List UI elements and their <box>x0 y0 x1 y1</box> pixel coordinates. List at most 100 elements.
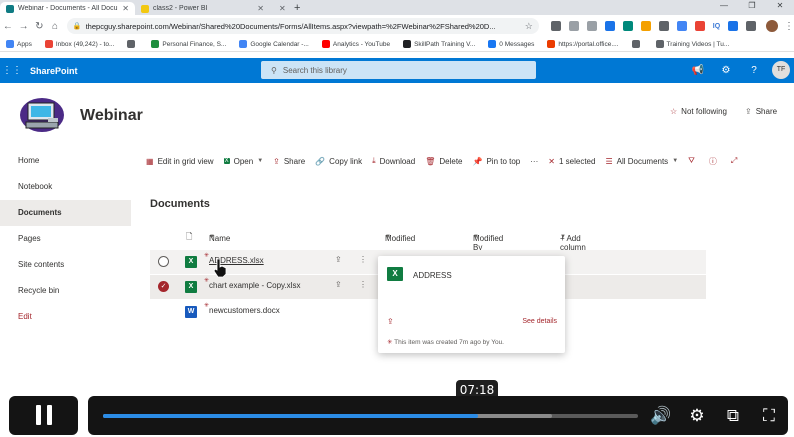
bookmark-star-icon[interactable]: ☆ <box>525 21 533 32</box>
seek-bar[interactable] <box>103 414 638 418</box>
share-icon[interactable]: ⇪ <box>335 255 342 264</box>
command-bar: ▦ Edit in grid view X Open ▼ ⇪ Share 🔗 C… <box>146 150 794 172</box>
help-icon[interactable]: ? <box>740 65 768 76</box>
new-tab-icon[interactable]: + <box>294 2 300 15</box>
more-commands-button[interactable]: ··· <box>530 157 538 166</box>
clear-selection-button[interactable]: ✕ 1 selected <box>548 157 595 166</box>
puzzle-extensions-icon[interactable] <box>746 21 757 31</box>
info-button[interactable]: ⓘ <box>709 156 721 167</box>
bookmark-item[interactable] <box>631 40 643 48</box>
nav-item-recycle-bin[interactable]: Recycle bin <box>0 278 131 304</box>
command-label: Copy link <box>329 156 363 166</box>
extension-icon[interactable] <box>586 21 597 31</box>
gear-icon[interactable]: ⚙ <box>686 405 708 427</box>
bookmark-item[interactable]: Training Videos | Tu... <box>655 40 729 48</box>
bookmark-favicon-icon <box>631 40 640 48</box>
bookmark-item[interactable]: 0 Messages <box>488 40 534 48</box>
close-tab-icon[interactable]: ✕ <box>257 4 264 13</box>
bookmark-favicon-icon <box>44 40 53 48</box>
pause-icon[interactable] <box>36 405 52 425</box>
edit-grid-view-button[interactable]: ▦ Edit in grid view <box>146 157 214 166</box>
bookmark-item[interactable]: SkillPath Training V... <box>403 40 475 48</box>
bookmark-item[interactable]: Analytics - YouTube <box>321 40 390 48</box>
forward-icon[interactable]: → <box>16 21 32 32</box>
megaphone-icon[interactable]: 📢 <box>684 65 712 76</box>
share-button[interactable]: ⇪ Share <box>273 157 305 166</box>
extension-icon[interactable] <box>604 21 615 31</box>
app-launcher-icon[interactable]: ⋮⋮ <box>0 65 24 76</box>
browser-profile-avatar[interactable] <box>766 20 778 32</box>
extension-icon[interactable] <box>658 21 669 31</box>
user-avatar[interactable]: TF <box>772 61 790 79</box>
view-selector[interactable]: ☰ All Documents ▼ <box>605 157 678 166</box>
see-details-link[interactable]: See details <box>522 318 557 325</box>
address-bar[interactable]: 🔒 thepcguy.sharepoint.com/Webinar/Shared… <box>66 18 539 34</box>
iq-extension-icon[interactable]: IQ <box>713 23 720 30</box>
filter-button[interactable]: ⛛ <box>688 156 699 166</box>
download-button[interactable]: ⤓ Download <box>372 156 415 166</box>
nav-item-edit[interactable]: Edit <box>0 304 131 330</box>
extension-icon[interactable] <box>550 21 561 31</box>
row-select-radio[interactable] <box>158 256 169 267</box>
gear-icon[interactable]: ⚙ <box>712 65 740 76</box>
search-input[interactable]: ⚲ Search this library <box>261 61 536 79</box>
site-title: Webinar <box>80 107 143 124</box>
row-select-radio[interactable]: ✓ <box>158 281 169 292</box>
close-window-icon[interactable]: ✕ <box>766 0 794 12</box>
nav-item-site-contents[interactable]: Site contents <box>0 252 131 278</box>
excel-icon: X <box>223 158 230 164</box>
extension-icon[interactable] <box>622 21 633 31</box>
extension-icon[interactable] <box>676 21 687 31</box>
volume-icon[interactable]: 🔊 <box>650 405 672 427</box>
browser-menu-icon[interactable]: ⋮ <box>784 21 794 32</box>
file-name-link[interactable]: newcustomers.docx <box>209 306 280 315</box>
hover-card-title[interactable]: ADDRESS <box>413 271 452 280</box>
share-icon[interactable]: ⇪ <box>335 280 342 289</box>
star-icon: ☆ <box>670 107 678 116</box>
extension-icon[interactable] <box>728 21 739 31</box>
back-icon[interactable]: ← <box>0 21 16 32</box>
command-label: Open <box>233 156 254 166</box>
file-name-link[interactable]: chart example - Copy.xlsx <box>209 281 300 290</box>
maximize-icon[interactable]: ❐ <box>738 0 766 12</box>
bookmark-item[interactable]: Inbox (49,242) - to... <box>44 40 114 48</box>
home-icon[interactable]: ⌂ <box>47 21 63 32</box>
more-icon[interactable]: ⋮ <box>359 280 367 289</box>
bookmark-item[interactable]: Personal Finance, S... <box>151 40 226 48</box>
command-label: Pin to top <box>486 156 521 166</box>
expand-button[interactable]: ⤢ <box>731 156 741 166</box>
browser-tab-webinar[interactable]: Webinar - Documents - All Docu ✕ <box>0 2 135 15</box>
nav-item-notebook[interactable]: Notebook <box>0 174 131 200</box>
extension-icon[interactable] <box>568 21 579 31</box>
picture-in-picture-icon[interactable]: ⧉ <box>722 405 744 427</box>
extension-icon[interactable] <box>640 21 651 31</box>
bookmark-item[interactable]: Apps <box>6 40 32 48</box>
reload-icon[interactable]: ↻ <box>31 21 47 32</box>
fullscreen-icon[interactable]: ⛶ <box>758 405 780 427</box>
minimize-icon[interactable]: — <box>710 0 738 12</box>
pin-to-top-button[interactable]: 📌 Pin to top <box>472 157 520 166</box>
nav-item-home[interactable]: Home <box>0 148 131 174</box>
bookmark-item[interactable] <box>127 40 138 48</box>
file-type-column-icon[interactable]: 🗋 <box>186 231 192 245</box>
close-tab-icon[interactable]: ✕ <box>279 4 286 13</box>
follow-button[interactable]: ☆ Not following <box>670 107 727 116</box>
close-tab-icon[interactable]: ✕ <box>122 4 129 13</box>
site-logo-icon <box>20 98 64 132</box>
bookmark-item[interactable]: https://portal.office.... <box>547 40 619 48</box>
info-icon: ⓘ <box>708 156 717 166</box>
sharepoint-brand[interactable]: SharePoint <box>30 66 78 76</box>
nav-item-documents[interactable]: Documents <box>0 200 131 226</box>
browser-tab-blank[interactable]: ✕ <box>270 2 288 15</box>
share-icon[interactable]: ⇪ <box>387 317 394 326</box>
copy-link-button[interactable]: 🔗 Copy link <box>315 157 362 166</box>
nav-item-pages[interactable]: Pages <box>0 226 131 252</box>
more-icon[interactable]: ⋮ <box>359 255 367 264</box>
bookmark-item[interactable]: Google Calendar -... <box>239 40 309 48</box>
open-button[interactable]: X Open ▼ <box>223 156 263 166</box>
extension-icon[interactable] <box>694 21 705 31</box>
site-share-button[interactable]: ⇪ Share <box>745 107 777 116</box>
video-control-panel: 🔊 ⚙ ⧉ ⛶ <box>88 396 788 435</box>
delete-button[interactable]: 🗑 Delete <box>425 157 462 166</box>
browser-tab-powerbi[interactable]: class2 - Power BI ✕ <box>135 2 270 15</box>
